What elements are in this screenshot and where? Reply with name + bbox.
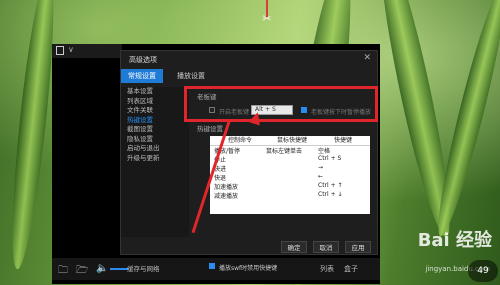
sidebar-item-cache-network[interactable]: 缓存与网络 <box>127 263 160 273</box>
watermark-logo: Bai 经验 <box>417 230 492 251</box>
player-titlebar[interactable]: ∨ <box>52 44 122 58</box>
list-button[interactable]: 列表 <box>320 264 334 274</box>
chevron-down-icon[interactable]: ∨ <box>68 45 74 54</box>
disable-hotkey-swf-label: 播放swf时禁用快捷键 <box>219 265 278 272</box>
table-cell <box>266 155 318 164</box>
sidebar-item-privacy[interactable]: 隐私设置 <box>121 135 189 145</box>
sidebar-item-hotkeys[interactable]: 热键设置 <box>121 116 189 126</box>
table-header: 控制命令 鼠标快捷键 快捷键 <box>210 136 370 146</box>
table-cell: 快退 <box>214 175 227 182</box>
settings-sidebar: 基本设置 列表区域 文件关联 热键设置 截图设置 隐私设置 启动与退出 升级与更… <box>121 87 189 273</box>
hotkey-table: 控制命令 鼠标快捷键 快捷键 播放/暂停 鼠标左键单击 空格 停止 Ctrl +… <box>210 136 370 214</box>
table-row[interactable]: 快进 → <box>210 164 370 173</box>
box-button[interactable]: 盒子 <box>344 264 358 274</box>
close-icon[interactable]: ✕ <box>363 53 371 63</box>
table-cell: → <box>318 164 324 171</box>
hotkey-settings-heading: 热键设置 <box>197 125 223 133</box>
sidebar-item-basic[interactable]: 基本设置 <box>121 87 189 97</box>
volume-slider[interactable] <box>110 268 128 270</box>
sidebar-item-list-area[interactable]: 列表区域 <box>121 97 189 107</box>
column-header: 鼠标快捷键 <box>276 137 307 144</box>
clock-badge: 49 <box>468 260 498 282</box>
table-cell: 减速播放 <box>214 193 239 200</box>
folder-icon[interactable]: 🗀 <box>58 263 68 280</box>
table-cell <box>266 191 318 200</box>
table-cell <box>266 173 318 182</box>
player-logo-icon[interactable] <box>56 46 64 55</box>
tab-general-settings[interactable]: 常规设置 <box>121 69 163 83</box>
tab-playback-settings[interactable]: 播放设置 <box>171 69 211 83</box>
ok-button[interactable]: 确定 <box>281 241 307 253</box>
table-cell: 空格 <box>318 148 331 155</box>
table-row[interactable]: 停止 Ctrl + S <box>210 155 370 164</box>
column-header: 快捷键 <box>333 137 352 144</box>
clip-icon: ✂ <box>262 12 272 25</box>
dialog-title: 高级选项 <box>129 56 157 64</box>
table-cell: 鼠标左键单击 <box>266 148 303 155</box>
player-control-bar: 🗀 🗁 🔈 列表 盒子 <box>52 258 380 280</box>
table-cell: Ctrl + ↑ <box>318 182 343 189</box>
sidebar-item-startup-exit[interactable]: 启动与退出 <box>121 144 189 154</box>
table-row[interactable]: 减速播放 Ctrl + ↓ <box>210 191 370 200</box>
table-cell <box>266 182 318 191</box>
table-cell: Ctrl + ↓ <box>318 191 343 198</box>
highlight-box <box>184 86 378 122</box>
table-row[interactable]: 加速播放 Ctrl + ↑ <box>210 182 370 191</box>
volume-icon[interactable]: 🔈 <box>96 263 108 274</box>
table-cell: Ctrl + S <box>318 155 342 162</box>
table-cell: 快进 <box>214 166 227 173</box>
table-row[interactable]: 快退 ← <box>210 173 370 182</box>
sidebar-item-update[interactable]: 升级与更新 <box>121 154 189 164</box>
table-cell: 加速播放 <box>214 184 239 191</box>
apply-button[interactable]: 应用 <box>345 241 371 253</box>
column-header: 控制命令 <box>227 137 252 144</box>
table-cell <box>266 164 318 173</box>
disable-hotkey-swf-checkbox[interactable] <box>209 263 215 269</box>
open-folder-icon[interactable]: 🗁 <box>76 263 88 280</box>
table-row[interactable]: 播放/暂停 鼠标左键单击 空格 <box>210 146 370 155</box>
sidebar-item-screenshot[interactable]: 截图设置 <box>121 125 189 135</box>
cancel-button[interactable]: 取消 <box>313 241 339 253</box>
sidebar-item-file-assoc[interactable]: 文件关联 <box>121 106 189 116</box>
table-cell: ← <box>318 173 324 180</box>
